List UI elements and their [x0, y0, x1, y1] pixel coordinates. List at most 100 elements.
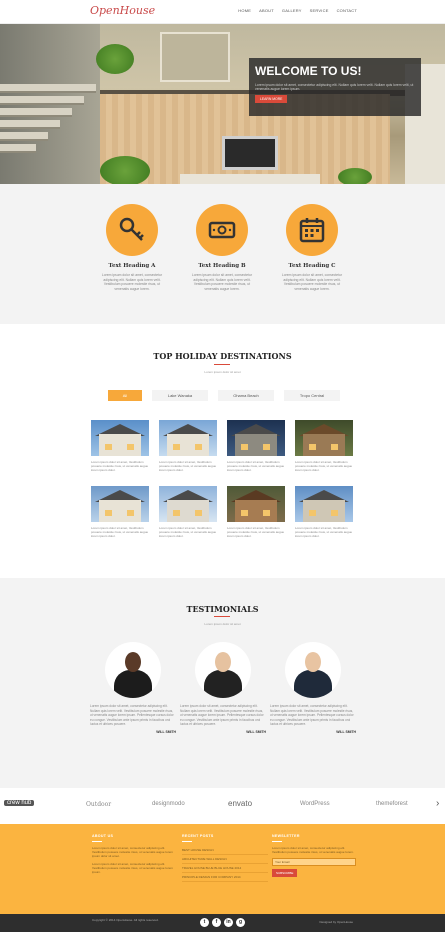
chevron-right-icon[interactable]: › [436, 798, 439, 809]
testimonial-text: Lorem ipsum dolor sit amet, consectetur … [180, 704, 264, 726]
feature-c: Text Heading C Lorem ipsum dolor sit ame… [272, 204, 352, 291]
credit-text: Designed by OpenHouse [319, 920, 353, 924]
feature-icon-circle [286, 204, 338, 256]
destination-card[interactable]: Lorem ipsum dolor sit amet, Vestibulum p… [295, 486, 353, 538]
social-links: t f in g [200, 918, 245, 927]
site-logo[interactable]: OpenHouse [90, 4, 155, 17]
avatar [285, 642, 341, 698]
footer-heading: ABOUT US [92, 834, 114, 838]
nav-about[interactable]: ABOUT [259, 8, 274, 13]
title-divider [214, 364, 230, 365]
client-logo: designmodo [152, 801, 185, 807]
destination-text: Lorem ipsum dolor sit amet, Vestibulum p… [159, 526, 217, 538]
hero-tv [222, 136, 278, 170]
destination-text: Lorem ipsum dolor sit amet, Vestibulum p… [159, 460, 217, 472]
hero-bookshelf [160, 32, 230, 82]
footer-heading: NEWSLETTER [272, 834, 300, 838]
welcome-box: WELCOME TO US! Lorem ipsum dolor sit ame… [249, 58, 421, 116]
testimonial-name: WILL SMITH [246, 729, 266, 734]
footer-recent-posts: RECENT POSTS BEST HOUSE DESIGN ARCHITECT… [182, 834, 268, 882]
google-plus-icon[interactable]: g [236, 918, 245, 927]
hero-banner: WELCOME TO US! Lorem ipsum dolor sit ame… [0, 24, 445, 184]
feature-heading: Text Heading C [288, 263, 336, 269]
hero-stair-step [0, 96, 84, 105]
filter-ohama-beach[interactable]: Ohama Beach [218, 390, 274, 401]
avatar [195, 642, 251, 698]
client-logo: WordPress [300, 801, 330, 807]
destination-filters: All Lake Wanaka Ohama Beach Tropo Centra… [108, 390, 340, 401]
hero-stair-step [0, 84, 96, 93]
site-footer: ABOUT US Lorem ipsum dolor sit amet, con… [0, 824, 445, 914]
testimonial-text: Lorem ipsum dolor sit amet, consectetur … [90, 704, 174, 726]
learn-more-button[interactable]: LEARN MORE [255, 95, 288, 103]
destinations-section: TOP HOLIDAY DESTINATIONS Lorem ipsum dol… [0, 324, 445, 578]
client-logo: themeforest [376, 801, 408, 807]
destination-card[interactable]: Lorem ipsum dolor sit amet, Vestibulum p… [227, 420, 285, 472]
feature-text: Lorem ipsum dolor sit amet, consectetur … [101, 273, 163, 291]
calendar-icon [299, 218, 325, 243]
destination-photo [227, 420, 285, 456]
bottom-bar: Copyright © 2014 OpenHouse. All rights r… [0, 914, 445, 932]
footer-divider [272, 841, 282, 842]
linkedin-icon[interactable]: in [224, 918, 233, 927]
filter-all[interactable]: All [108, 390, 142, 401]
destination-card[interactable]: Lorem ipsum dolor sit amet, Vestibulum p… [159, 420, 217, 472]
destination-card[interactable]: Lorem ipsum dolor sit amet, Vestibulum p… [227, 486, 285, 538]
footer-post-link[interactable]: PRINCIPLE DESIGN FOR COMPANY 2014 [182, 873, 268, 882]
clients-strip: crew hub Outdoor designmodo envato WordP… [0, 788, 445, 824]
footer-text: Lorem ipsum dolor sit amet, consectetur … [92, 846, 173, 858]
footer-newsletter: NEWSLETTER Lorem ipsum dolor sit amet, c… [272, 834, 358, 877]
testimonial-name: WILL SMITH [336, 729, 356, 734]
welcome-title: WELCOME TO US! [255, 64, 362, 78]
hero-stair-step [0, 120, 60, 129]
welcome-text: Lorem ipsum dolor sit amet, consectetur … [255, 83, 414, 91]
twitter-icon[interactable]: t [200, 918, 209, 927]
hero-stair-step [0, 144, 36, 153]
destination-text: Lorem ipsum dolor sit amet, Vestibulum p… [91, 526, 149, 538]
destination-text: Lorem ipsum dolor sit amet, Vestibulum p… [91, 460, 149, 472]
destination-text: Lorem ipsum dolor sit amet, Vestibulum p… [227, 526, 285, 538]
destination-text: Lorem ipsum dolor sit amet, Vestibulum p… [295, 460, 353, 472]
key-icon [119, 217, 144, 241]
destination-card[interactable]: Lorem ipsum dolor sit amet, Vestibulum p… [159, 486, 217, 538]
client-logo: envato [228, 799, 253, 808]
filter-tropo-central[interactable]: Tropo Central [284, 390, 340, 401]
hero-plant [100, 156, 150, 184]
hero-plant [338, 168, 372, 184]
destinations-title: TOP HOLIDAY DESTINATIONS [153, 351, 292, 361]
filter-lake-wanaka[interactable]: Lake Wanaka [152, 390, 208, 401]
nav-gallery[interactable]: GALLERY [282, 8, 302, 13]
footer-divider [182, 841, 192, 842]
destination-text: Lorem ipsum dolor sit amet, Vestibulum p… [295, 526, 353, 538]
nav-service[interactable]: SERVICE [310, 8, 329, 13]
testimonials-section: TESTIMONIALS Lorem ipsum dolor sit amet … [0, 578, 445, 788]
facebook-icon[interactable]: f [212, 918, 221, 927]
destination-card[interactable]: Lorem ipsum dolor sit amet, Vestibulum p… [295, 420, 353, 472]
testimonial-name: WILL SMITH [156, 729, 176, 734]
testimonial-card: Lorem ipsum dolor sit amet, consectetur … [90, 642, 176, 734]
destination-card[interactable]: Lorem ipsum dolor sit amet, Vestibulum p… [91, 420, 149, 472]
nav-home[interactable]: HOME [238, 8, 251, 13]
hero-stair-step [0, 108, 72, 117]
client-logo: Outdoor [86, 801, 112, 808]
testimonials-subtitle: Lorem ipsum dolor sit amet [204, 622, 241, 626]
destination-card[interactable]: Lorem ipsum dolor sit amet, Vestibulum p… [91, 486, 149, 538]
destination-photo [295, 486, 353, 522]
destination-photo [295, 420, 353, 456]
feature-icon-circle [196, 204, 248, 256]
subscribe-button[interactable]: SUBSCRIBE [272, 869, 298, 877]
footer-divider [92, 841, 102, 842]
newsletter-email-input[interactable]: Your Email [272, 858, 356, 866]
nav-contact[interactable]: CONTACT [337, 8, 357, 13]
features-section: Text Heading A Lorem ipsum dolor sit ame… [0, 184, 445, 324]
footer-post-link[interactable]: ARCHITECTURE WALL DESIGN [182, 855, 268, 864]
site-header: OpenHouse HOME ABOUT GALLERY SERVICE CON… [0, 0, 445, 24]
footer-post-link[interactable]: TRAVEL HOUSE BLUE BLUE HOUSE 2014 [182, 864, 268, 873]
footer-post-link[interactable]: BEST HOUSE DESIGN [182, 846, 268, 855]
footer-text: Lorem ipsum dolor sit amet, consectetur … [272, 846, 354, 854]
feature-text: Lorem ipsum dolor sit amet, consectetur … [281, 273, 343, 291]
testimonial-text: Lorem ipsum dolor sit amet, consectetur … [270, 704, 354, 726]
feature-heading: Text Heading A [108, 263, 156, 269]
destinations-subtitle: Lorem ipsum dolor sit amet [204, 370, 241, 374]
destination-photo [159, 486, 217, 522]
